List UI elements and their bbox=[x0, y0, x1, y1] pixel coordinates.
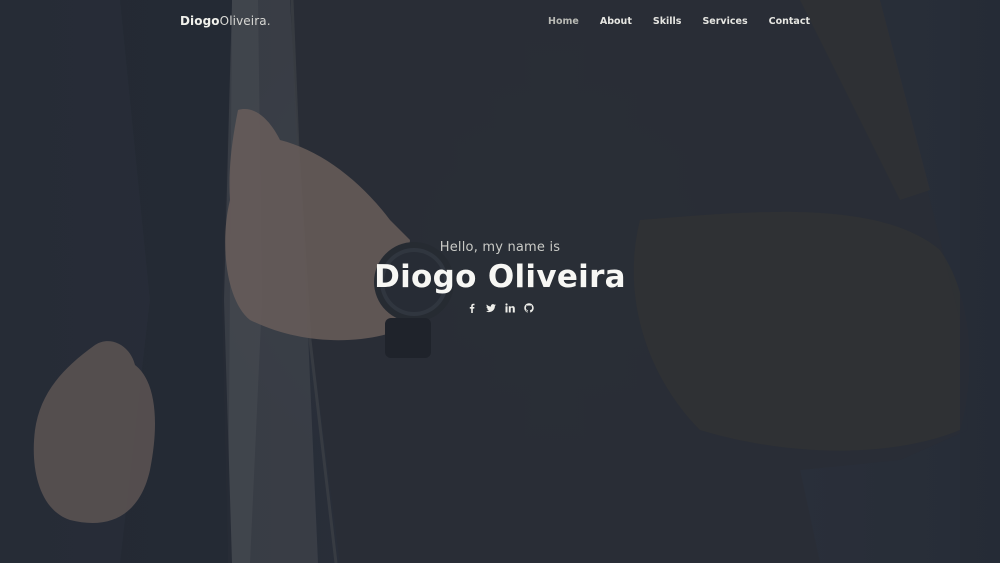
nav-item-contact[interactable]: Contact bbox=[769, 16, 810, 27]
nav-item-services[interactable]: Services bbox=[702, 16, 747, 27]
navbar: DiogoOliveira. Home About Skills Service… bbox=[0, 0, 1000, 44]
brand-last-name: Oliveira bbox=[219, 14, 267, 28]
social-links bbox=[466, 302, 534, 313]
nav-item-about[interactable]: About bbox=[600, 16, 632, 27]
hero-section: DiogoOliveira. Home About Skills Service… bbox=[0, 0, 1000, 563]
github-icon[interactable] bbox=[523, 302, 534, 313]
brand-logo[interactable]: DiogoOliveira. bbox=[180, 14, 271, 28]
linkedin-icon[interactable] bbox=[504, 302, 515, 313]
nav-menu: Home About Skills Services Contact bbox=[527, 16, 810, 27]
hero-greeting: Hello, my name is bbox=[439, 240, 561, 255]
brand-first-name: Diogo bbox=[180, 14, 220, 28]
brand-dot: . bbox=[266, 14, 271, 28]
facebook-icon[interactable] bbox=[466, 302, 477, 313]
nav-item-skills[interactable]: Skills bbox=[653, 16, 682, 27]
hero-name: Diogo Oliveira bbox=[374, 259, 626, 295]
hero-content: Hello, my name is Diogo Oliveira bbox=[0, 240, 1000, 317]
twitter-icon[interactable] bbox=[485, 302, 496, 313]
nav-item-home[interactable]: Home bbox=[548, 16, 579, 27]
